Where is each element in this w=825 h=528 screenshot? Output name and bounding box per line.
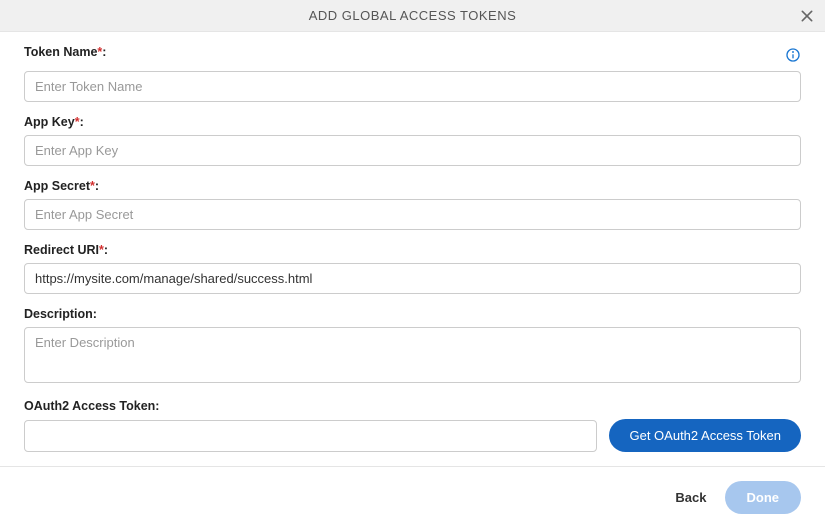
back-button[interactable]: Back	[675, 490, 706, 505]
description-input[interactable]	[24, 327, 801, 383]
close-icon[interactable]	[799, 8, 815, 24]
get-oauth-token-button[interactable]: Get OAuth2 Access Token	[609, 419, 801, 452]
redirect-uri-label: Redirect URI*:	[24, 243, 108, 257]
oauth-token-label: OAuth2 Access Token:	[24, 399, 159, 413]
app-key-label: App Key*:	[24, 115, 84, 129]
form-body: Token Name*: App Key*: App Secret*: Redi…	[0, 32, 825, 452]
app-key-input[interactable]	[24, 135, 801, 166]
token-name-input[interactable]	[24, 71, 801, 102]
dialog-header: ADD GLOBAL ACCESS TOKENS	[0, 0, 825, 32]
oauth-token-input[interactable]	[24, 420, 597, 452]
done-button[interactable]: Done	[725, 481, 802, 514]
description-label: Description:	[24, 307, 97, 321]
redirect-uri-input[interactable]	[24, 263, 801, 294]
app-secret-input[interactable]	[24, 199, 801, 230]
dialog-title: ADD GLOBAL ACCESS TOKENS	[309, 8, 517, 23]
token-name-label: Token Name*:	[24, 45, 106, 59]
app-secret-label: App Secret*:	[24, 179, 99, 193]
info-icon[interactable]	[785, 47, 801, 63]
